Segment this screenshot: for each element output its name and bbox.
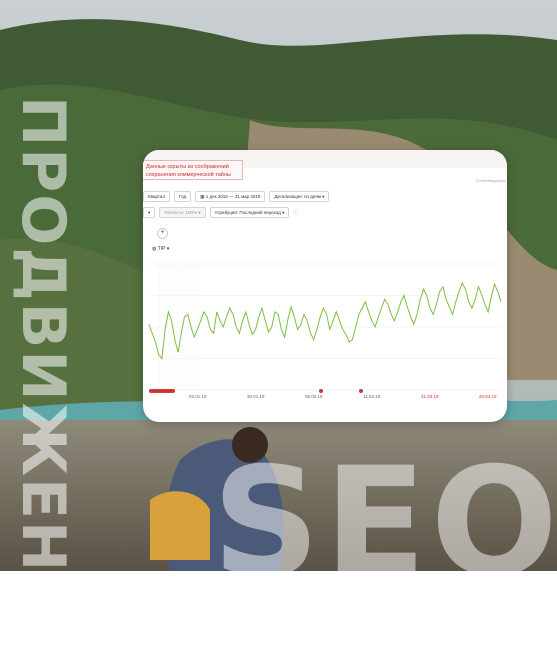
notice-line-1: Данные скрыты из соображений bbox=[146, 164, 229, 170]
collapsed-select[interactable]: ▾ bbox=[143, 207, 156, 218]
x-tick-label: 11.03.19 bbox=[363, 394, 381, 399]
confidential-notice: Данные скрыты из соображений сохранения … bbox=[143, 160, 243, 180]
event-marker bbox=[319, 389, 323, 393]
date-range-picker[interactable]: ▦ 1 дек 2018 — 31 мар 2019 bbox=[195, 191, 266, 202]
period-toolbar: Квартал Год ▦ 1 дек 2018 — 31 мар 2019 Д… bbox=[143, 191, 330, 202]
detail-select[interactable]: Детализация: по дням ▾ bbox=[269, 191, 330, 202]
x-tick-label: 20.04.19 bbox=[479, 394, 497, 399]
x-tick-label: 30.01.19 bbox=[247, 394, 265, 399]
chevron-down-icon: ▾ bbox=[280, 210, 285, 215]
add-metric-button[interactable]: + bbox=[157, 228, 168, 239]
event-marker bbox=[359, 389, 363, 393]
precision-select[interactable]: Точность: 100% ▾ bbox=[159, 207, 206, 218]
filter-toolbar: ▾ Точность: 100% ▾ Атрибуция: Последний … bbox=[143, 207, 298, 218]
metric-select[interactable]: ◍ TIP ▾ bbox=[152, 246, 169, 252]
x-tick-label: 31.03.19 bbox=[421, 394, 439, 399]
chevron-down-icon: ▾ bbox=[197, 210, 201, 215]
year-button[interactable]: Год bbox=[174, 191, 192, 202]
x-tick-label: 05.02.19 bbox=[305, 394, 323, 399]
chevron-down-icon: ▾ bbox=[165, 246, 170, 252]
traffic-line-chart: 03.01.19 30.01.19 05.02.19 11.03.19 31.03.19… bbox=[148, 263, 502, 399]
series-line bbox=[148, 281, 502, 360]
chevron-down-icon: ▾ bbox=[320, 194, 325, 199]
report-link[interactable]: Отчёт/выгрузка bbox=[476, 178, 505, 183]
detail-label: Детализация: по дням bbox=[274, 194, 321, 199]
quarter-button[interactable]: Квартал bbox=[143, 191, 171, 202]
vertical-promo-text: ПРОДВИЖЕНИЕ bbox=[8, 96, 78, 668]
date-range-label: 1 дек 2018 — 31 мар 2019 bbox=[205, 194, 261, 199]
event-marker bbox=[171, 389, 175, 393]
seo-title: SEO bbox=[212, 436, 557, 610]
attribution-label: Атрибуция: Последний переход bbox=[214, 210, 281, 215]
precision-label: Точность: 100% bbox=[164, 210, 198, 215]
analytics-panel: Данные скрыты из соображений сохранения … bbox=[143, 150, 507, 422]
info-icon[interactable]: ⓘ bbox=[293, 209, 298, 216]
attribution-select[interactable]: Атрибуция: Последний переход ▾ bbox=[209, 207, 290, 218]
notice-line-2: сохранения коммерческой тайны bbox=[146, 172, 231, 178]
x-tick-label: 03.01.19 bbox=[189, 394, 207, 399]
